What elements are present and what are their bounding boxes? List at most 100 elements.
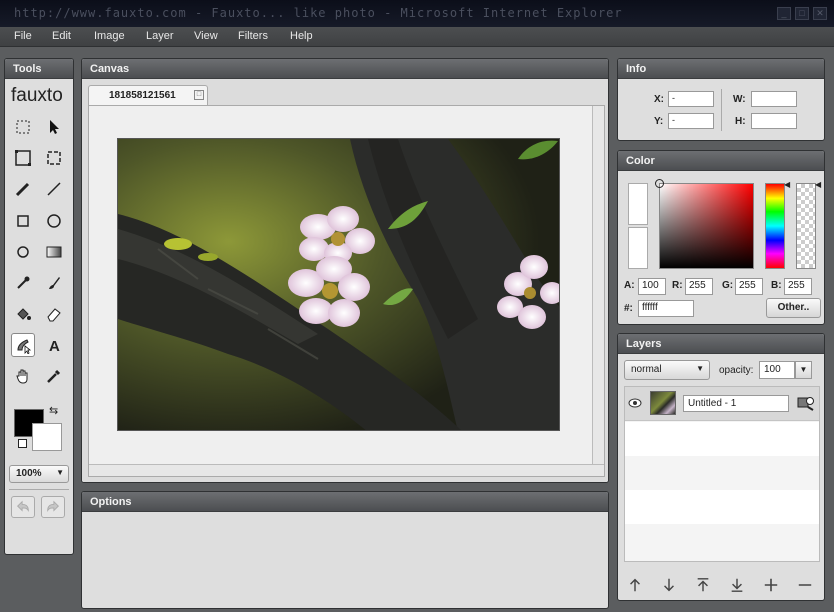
- canvas-panel-title: Canvas: [82, 59, 608, 79]
- transform-tool[interactable]: [42, 146, 66, 170]
- text-tool[interactable]: A: [42, 333, 66, 357]
- layer-row[interactable]: Untitled - 1: [625, 387, 819, 421]
- arrow-pointer-icon: [50, 120, 59, 134]
- other-colors-button[interactable]: Other..: [766, 298, 821, 318]
- dropper-icon: [17, 276, 30, 289]
- line-tool[interactable]: [42, 177, 66, 201]
- saturation-value-picker[interactable]: [655, 179, 754, 269]
- hand-tool[interactable]: [11, 364, 35, 388]
- chevron-down-icon: ▼: [56, 468, 64, 477]
- eye-icon[interactable]: [628, 398, 642, 408]
- undo-button[interactable]: [11, 496, 35, 518]
- menu-image[interactable]: Image: [94, 30, 125, 42]
- blue-label: B:: [771, 280, 782, 291]
- background-color-swatch[interactable]: [32, 423, 62, 451]
- canvas-area: 181858121561 □: [82, 79, 608, 482]
- menu-layer[interactable]: Layer: [146, 30, 174, 42]
- eyedropper-tool[interactable]: [11, 271, 35, 295]
- redo-arrow-icon: [47, 500, 59, 513]
- color-panel-title: Color: [618, 151, 824, 171]
- canvas-panel: Canvas 181858121561 □: [81, 58, 609, 483]
- maximize-button[interactable]: □: [795, 7, 809, 20]
- move-tool[interactable]: [42, 115, 66, 139]
- menu-file[interactable]: File: [14, 30, 32, 42]
- fill-tool[interactable]: [11, 302, 35, 326]
- move-layer-top-button[interactable]: [692, 574, 714, 596]
- photo-image[interactable]: [117, 138, 560, 431]
- options-panel-title: Options: [82, 492, 608, 512]
- hand-icon: [16, 369, 28, 384]
- move-layer-down-button[interactable]: [658, 574, 680, 596]
- minimize-button[interactable]: _: [777, 7, 791, 20]
- layers-panel: Layers normal ▼ opacity: 100 ▼ Untitled …: [617, 333, 825, 601]
- ellipse-tool[interactable]: [42, 209, 66, 233]
- brush-tool[interactable]: [42, 271, 66, 295]
- info-h-label: H:: [735, 116, 746, 127]
- move-layer-bottom-button[interactable]: [726, 574, 748, 596]
- info-panel: Info X: - Y: - W: H:: [617, 58, 825, 141]
- eraser-tool[interactable]: [42, 302, 66, 326]
- picker-cursor[interactable]: [655, 179, 664, 188]
- document-tab[interactable]: 181858121561 □: [88, 85, 208, 105]
- pencil-icon: [15, 182, 30, 197]
- rect-marquee-icon: [16, 120, 30, 134]
- default-colors-icon[interactable]: [18, 439, 27, 448]
- hex-input[interactable]: ffffff: [638, 300, 694, 317]
- move-layer-up-button[interactable]: [624, 574, 646, 596]
- horizontal-scrollbar[interactable]: [89, 464, 604, 476]
- document-tab-label: 181858121561: [109, 90, 176, 101]
- tools-panel-title: Tools: [5, 59, 73, 79]
- empty-layer-slot: [625, 456, 819, 490]
- blend-mode-select[interactable]: normal ▼: [624, 360, 710, 380]
- vertical-scrollbar[interactable]: [592, 106, 604, 476]
- crop-marquee-icon: [15, 150, 31, 166]
- menu-help[interactable]: Help: [290, 30, 313, 42]
- paint-bucket-icon: [17, 308, 31, 320]
- opacity-dropdown-button[interactable]: ▼: [795, 361, 812, 379]
- color-picker-tool[interactable]: [42, 364, 66, 388]
- tools-divider: [9, 489, 69, 490]
- layer-name-field[interactable]: Untitled - 1: [683, 395, 789, 412]
- add-layer-button[interactable]: [760, 574, 782, 596]
- brush-icon: [49, 277, 60, 289]
- undo-arrow-icon: [17, 500, 29, 513]
- smudge-tool[interactable]: [11, 333, 35, 357]
- document-viewport[interactable]: [88, 105, 605, 477]
- ellipse-select-tool[interactable]: [11, 240, 35, 264]
- window-title: http://www.fauxto.com - Fauxto... like p…: [14, 6, 623, 20]
- menu-edit[interactable]: Edit: [52, 30, 71, 42]
- alpha-slider[interactable]: [796, 183, 816, 269]
- pencil-tool[interactable]: [11, 177, 35, 201]
- options-panel: Options: [81, 491, 609, 609]
- rectangle-tool[interactable]: [11, 209, 35, 233]
- document-close-icon[interactable]: □: [194, 90, 204, 100]
- close-window-button[interactable]: ✕: [813, 7, 827, 20]
- rect-marquee-tool[interactable]: [11, 115, 35, 139]
- layer-thumbnail: [650, 391, 676, 415]
- opacity-input[interactable]: 100: [759, 361, 795, 379]
- green-label: G:: [722, 280, 734, 291]
- arrow-up-icon: [630, 578, 640, 592]
- blue-input[interactable]: 255: [784, 278, 812, 295]
- gradient-tool[interactable]: [42, 240, 66, 264]
- green-input[interactable]: 255: [735, 278, 763, 295]
- red-input[interactable]: 255: [685, 278, 713, 295]
- fauxto-logo: fauxto: [11, 85, 63, 106]
- circle-icon: [17, 246, 29, 258]
- menu-filters[interactable]: Filters: [238, 30, 268, 42]
- redo-button[interactable]: [41, 496, 65, 518]
- hue-slider[interactable]: [765, 183, 785, 269]
- gradient-icon: [46, 246, 62, 258]
- layer-properties-icon[interactable]: [797, 395, 815, 411]
- minus-icon: [798, 584, 812, 586]
- delete-layer-button[interactable]: [794, 574, 816, 596]
- menu-view[interactable]: View: [194, 30, 218, 42]
- opacity-label: opacity:: [719, 365, 754, 376]
- swap-colors-icon[interactable]: ⇆: [49, 404, 58, 417]
- crop-marquee-tool[interactable]: [11, 146, 35, 170]
- eraser-icon: [47, 308, 61, 322]
- hex-label: #:: [624, 303, 633, 314]
- alpha-input[interactable]: 100: [638, 278, 666, 295]
- zoom-value: 100%: [16, 468, 42, 479]
- zoom-select[interactable]: 100% ▼: [9, 465, 69, 483]
